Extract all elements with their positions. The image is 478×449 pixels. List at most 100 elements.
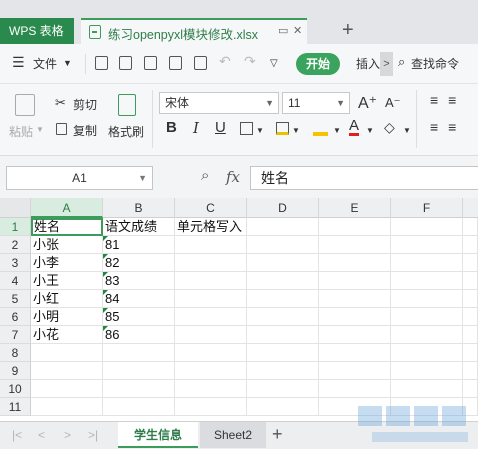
cell-d6[interactable]	[247, 308, 319, 326]
cell-f5[interactable]	[391, 290, 463, 308]
underline-button[interactable]: U	[215, 119, 226, 136]
app-tab[interactable]: WPS 表格	[0, 18, 74, 44]
row-header-8[interactable]: 8	[0, 344, 31, 362]
cell-e2[interactable]	[319, 236, 391, 254]
fx-button[interactable]: fx	[226, 168, 240, 186]
row-header-9[interactable]: 9	[0, 362, 31, 380]
cell-a2[interactable]: 小张	[31, 236, 103, 254]
cell-f11[interactable]	[391, 398, 463, 416]
chevron-down-icon[interactable]: ▼	[403, 126, 411, 135]
cell-g5[interactable]	[463, 290, 478, 308]
column-header-a[interactable]: A	[31, 198, 103, 218]
next-sheet-button[interactable]: >	[64, 428, 71, 442]
open-folder-icon[interactable]	[95, 56, 108, 70]
cell-b6[interactable]: 85	[103, 308, 175, 326]
cell-d2[interactable]	[247, 236, 319, 254]
cell-a4[interactable]: 小王	[31, 272, 103, 290]
cell-d10[interactable]	[247, 380, 319, 398]
add-sheet-button[interactable]: +	[272, 424, 283, 445]
select-all-corner[interactable]	[0, 198, 31, 218]
font-size-select[interactable]: 11 ▼	[282, 92, 350, 114]
formula-input[interactable]: 姓名	[250, 166, 478, 190]
sheet-tab-students[interactable]: 学生信息	[118, 422, 198, 448]
cell-g4[interactable]	[463, 272, 478, 290]
cell-g7[interactable]	[463, 326, 478, 344]
cell-c3[interactable]	[175, 254, 247, 272]
cell-a6[interactable]: 小明	[31, 308, 103, 326]
cell-b11[interactable]	[103, 398, 175, 416]
cell-e5[interactable]	[319, 290, 391, 308]
cell-a9[interactable]	[31, 362, 103, 380]
font-name-select[interactable]: 宋体 ▼	[159, 92, 279, 114]
cell-e1[interactable]	[319, 218, 391, 236]
align-top-icons[interactable]: ≡≡	[430, 92, 466, 108]
cell-e11[interactable]	[319, 398, 391, 416]
scissors-icon[interactable]: ✂	[55, 95, 66, 111]
cell-e9[interactable]	[319, 362, 391, 380]
cell-d9[interactable]	[247, 362, 319, 380]
search-command[interactable]: 查找命令	[411, 55, 459, 72]
new-tab-button[interactable]: +	[342, 19, 354, 41]
cell-g10[interactable]	[463, 380, 478, 398]
row-header-10[interactable]: 10	[0, 380, 31, 398]
cell-f8[interactable]	[391, 344, 463, 362]
column-header-d[interactable]: D	[247, 198, 319, 218]
cell-c1[interactable]: 单元格写入	[175, 218, 247, 236]
increase-font-button[interactable]: A⁺	[358, 93, 377, 113]
redo-icon[interactable]: ↷	[244, 53, 256, 70]
zoom-search-icon[interactable]: ⌕	[201, 167, 209, 184]
copy-button[interactable]: 复制	[73, 122, 97, 139]
row-header-2[interactable]: 2	[0, 236, 31, 254]
cell-d8[interactable]	[247, 344, 319, 362]
column-header-f[interactable]: F	[391, 198, 463, 218]
cell-e4[interactable]	[319, 272, 391, 290]
cell-f7[interactable]	[391, 326, 463, 344]
fill-pattern-icon[interactable]	[276, 122, 289, 135]
hamburger-menu-icon[interactable]: ☰	[12, 54, 25, 71]
cell-a5[interactable]: 小红	[31, 290, 103, 308]
cell-c10[interactable]	[175, 380, 247, 398]
search-icon[interactable]: ⌕	[398, 54, 405, 70]
sheet-tab-sheet2[interactable]: Sheet2	[200, 422, 266, 448]
bold-button[interactable]: B	[166, 119, 177, 136]
first-sheet-button[interactable]: |<	[12, 428, 22, 442]
cell-a3[interactable]: 小李	[31, 254, 103, 272]
cell-g3[interactable]	[463, 254, 478, 272]
cell-g2[interactable]	[463, 236, 478, 254]
cell-e8[interactable]	[319, 344, 391, 362]
column-header-g[interactable]	[463, 198, 478, 218]
cell-c6[interactable]	[175, 308, 247, 326]
row-header-4[interactable]: 4	[0, 272, 31, 290]
row-header-5[interactable]: 5	[0, 290, 31, 308]
paste-label[interactable]: 粘贴	[9, 123, 33, 140]
print-icon[interactable]	[169, 56, 182, 70]
chevron-down-icon[interactable]: ▼	[333, 126, 341, 135]
column-header-c[interactable]: C	[175, 198, 247, 218]
cell-d5[interactable]	[247, 290, 319, 308]
cell-g11[interactable]	[463, 398, 478, 416]
row-header-3[interactable]: 3	[0, 254, 31, 272]
export-pdf-icon[interactable]	[144, 56, 157, 70]
start-tab-button[interactable]: 开始	[296, 53, 340, 75]
font-color-button[interactable]: A	[349, 118, 360, 136]
border-icon[interactable]	[240, 122, 253, 135]
row-header-11[interactable]: 11	[0, 398, 31, 416]
copy-icon[interactable]	[56, 123, 67, 135]
cell-e3[interactable]	[319, 254, 391, 272]
cell-c7[interactable]	[175, 326, 247, 344]
cell-d4[interactable]	[247, 272, 319, 290]
paste-chevron-icon[interactable]: ▼	[36, 125, 44, 134]
format-painter-button[interactable]: 格式刷	[108, 123, 144, 140]
cell-b1[interactable]: 语文成绩	[103, 218, 175, 236]
chevron-down-icon[interactable]: ▼	[256, 126, 264, 135]
last-sheet-button[interactable]: >|	[88, 428, 98, 442]
row-header-7[interactable]: 7	[0, 326, 31, 344]
column-header-b[interactable]: B	[103, 198, 175, 218]
align-left-icons[interactable]: ≡≡	[430, 119, 466, 135]
cell-b4[interactable]: 83	[103, 272, 175, 290]
cell-b2[interactable]: 81	[103, 236, 175, 254]
column-header-e[interactable]: E	[319, 198, 391, 218]
cell-d7[interactable]	[247, 326, 319, 344]
chevron-down-icon[interactable]: ▼	[292, 126, 300, 135]
paste-icon[interactable]	[15, 94, 35, 116]
